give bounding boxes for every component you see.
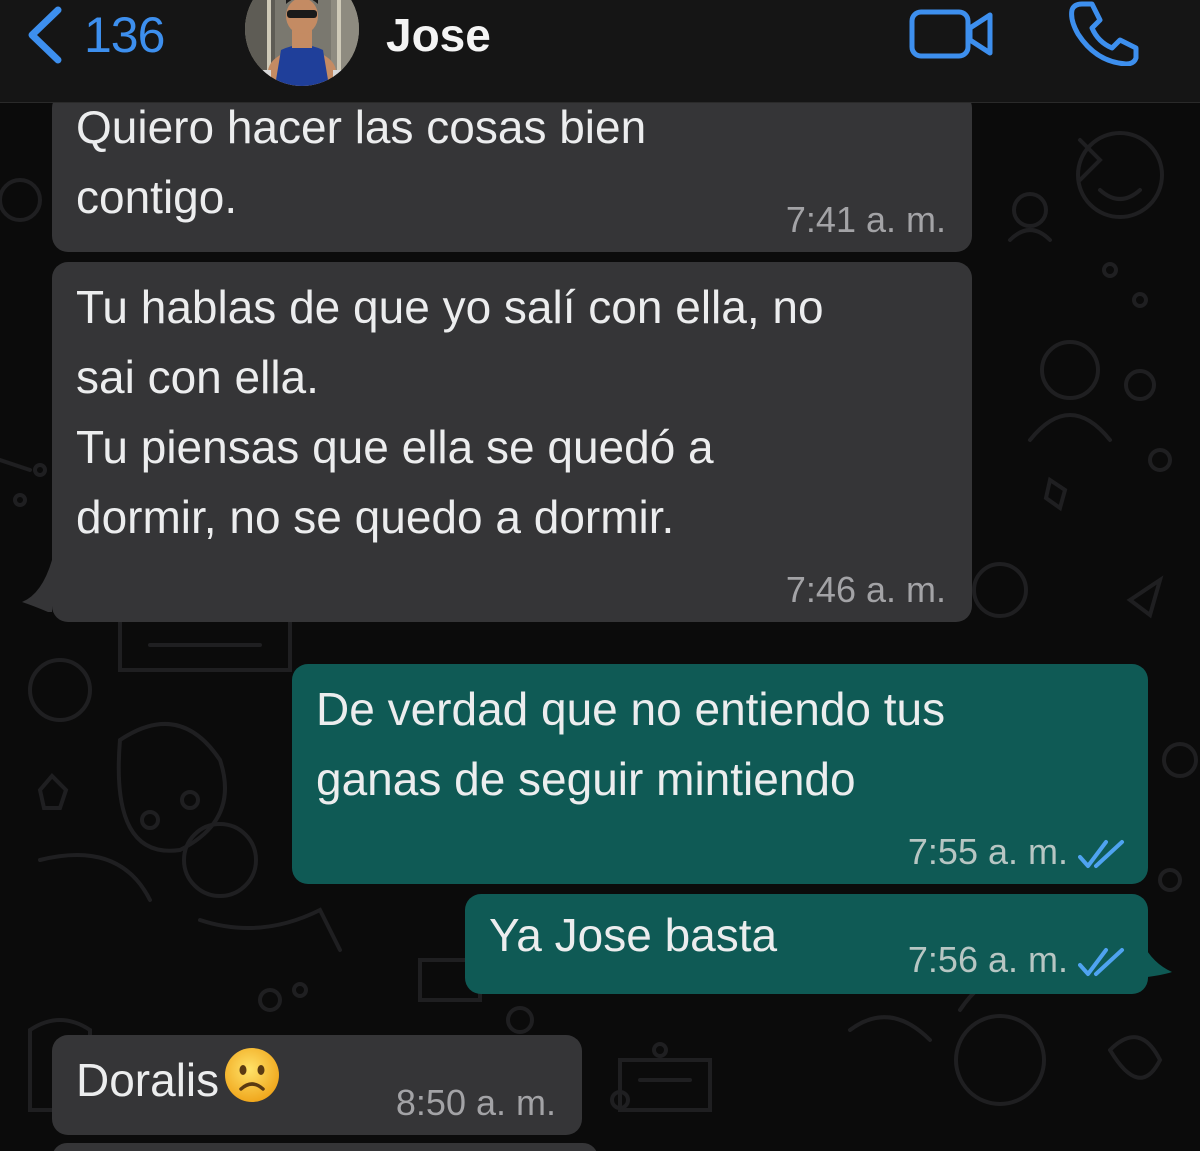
unread-count: 136 xyxy=(84,7,165,63)
message-bubble-incoming[interactable]: Quiero hacer las cosas bien contigo. 7:4… xyxy=(52,92,972,252)
message-time-with-status: 7:55 a. m. xyxy=(908,832,1126,872)
message-time: 7:41 a. m. xyxy=(785,199,946,240)
contact-avatar[interactable] xyxy=(245,0,359,86)
message-time-with-status: 7:56 a. m. xyxy=(908,940,1126,980)
message-time: 7:56 a. m. xyxy=(907,939,1068,980)
message-time: 7:46 a. m. xyxy=(785,569,946,610)
message-bubble-outgoing[interactable]: Ya Jose basta 7:56 a. m. xyxy=(465,894,1148,994)
message-bubble-incoming-partial xyxy=(52,1143,598,1151)
video-camera-icon[interactable] xyxy=(908,6,996,62)
message-bubble-outgoing[interactable]: De verdad que no entiendo tus ganas de s… xyxy=(292,664,1148,884)
message-text: De verdad que no entiendo tus ganas de s… xyxy=(316,683,946,805)
message-text: Doralis xyxy=(76,1054,220,1106)
sad-face-emoji xyxy=(225,1048,280,1102)
chevron-left-icon xyxy=(28,6,62,64)
phone-icon[interactable] xyxy=(1068,0,1140,66)
message-bubble-incoming[interactable]: Doralis 8:50 a. m. xyxy=(52,1035,582,1135)
contact-name[interactable]: Jose xyxy=(386,8,491,62)
message-text: Tu hablas de que yo salí con ella, no sa… xyxy=(76,281,824,543)
message-bubble-incoming[interactable]: Tu hablas de que yo salí con ella, no sa… xyxy=(52,262,972,622)
message-time: 8:50 a. m. xyxy=(395,1082,556,1123)
back-button[interactable]: 136 xyxy=(22,4,165,66)
message-time: 7:55 a. m. xyxy=(907,831,1068,872)
chat-header: 136 Jose xyxy=(0,0,1200,103)
avatar-photo xyxy=(245,0,359,86)
message-text-with-emoji: Doralis xyxy=(76,1045,281,1115)
double-check-read-icon xyxy=(1078,948,1124,977)
double-check-read-icon xyxy=(1078,840,1124,869)
